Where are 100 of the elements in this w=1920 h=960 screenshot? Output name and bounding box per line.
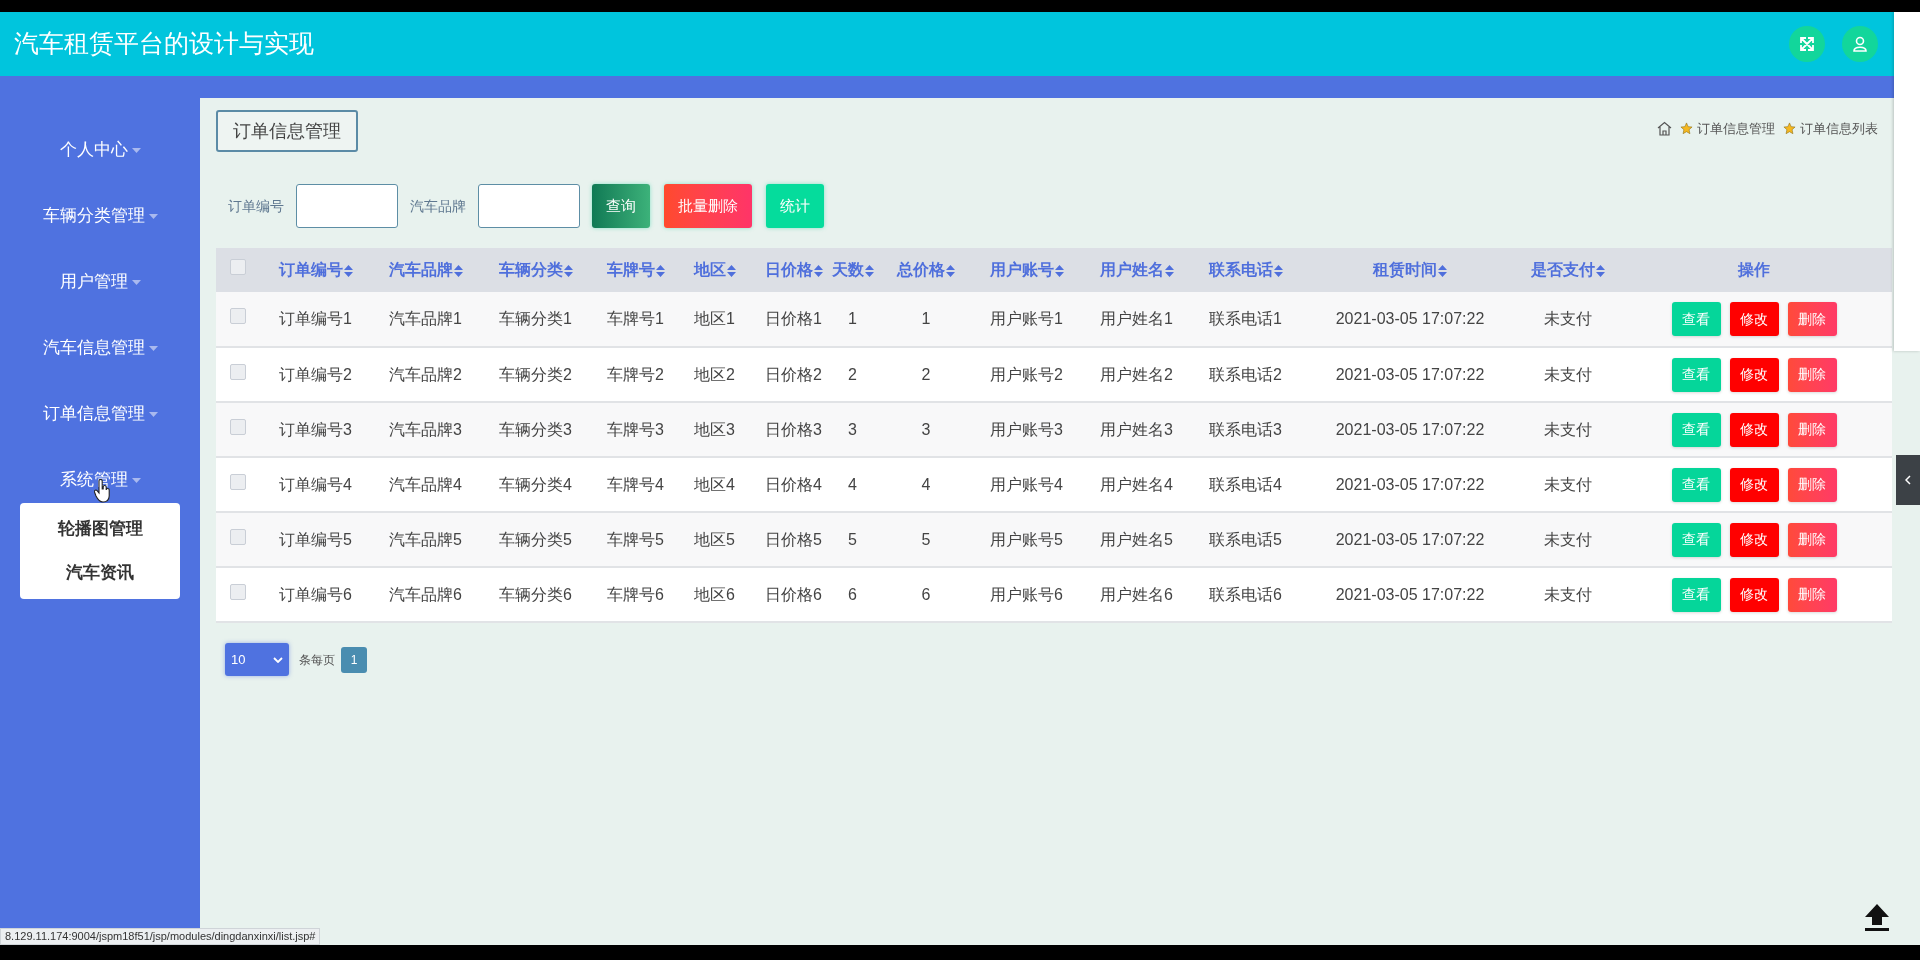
checkbox[interactable] <box>230 528 246 545</box>
column-header[interactable]: 订单编号 <box>260 248 370 292</box>
sidebar-item[interactable]: 汽车信息管理 <box>42 315 158 381</box>
sort-icon[interactable] <box>344 264 353 277</box>
table-row[interactable]: 订单编号4 汽车品牌4 车辆分类4 车牌号4 地区4 日价格4 4 4 用户账号4 用户姓名4 联系电话4 2021-03-05 17:07:22 未支付 查看 修改 删除 <box>216 457 1892 512</box>
table-cell: 6 <box>881 567 971 622</box>
table-cell: 联系电话3 <box>1190 402 1300 457</box>
breadcrumb-item[interactable]: 订单信息列表 <box>1800 119 1878 139</box>
column-header[interactable]: 用户姓名 <box>1081 248 1190 292</box>
checkbox[interactable] <box>230 259 246 275</box>
table-cell: 未支付 <box>1520 457 1616 512</box>
edit-button[interactable]: 修改 <box>1729 467 1779 502</box>
sort-icon[interactable] <box>1055 264 1064 277</box>
column-header[interactable]: 用户账号 <box>971 248 1081 292</box>
side-toggle[interactable] <box>1896 455 1920 505</box>
sort-icon[interactable] <box>864 264 874 277</box>
delete-button[interactable]: 删除 <box>1787 467 1837 502</box>
view-button[interactable]: 查看 <box>1671 412 1721 447</box>
checkbox[interactable] <box>230 308 246 324</box>
fullscreen-button[interactable] <box>1789 26 1825 62</box>
column-header[interactable]: 日价格 <box>746 248 824 292</box>
table-cell: 车辆分类4 <box>480 457 588 512</box>
search-field[interactable] <box>296 184 398 228</box>
column-header[interactable]: 是否支付 <box>1520 248 1616 292</box>
stats-button[interactable]: 统计 <box>766 184 824 228</box>
table-cell: 1 <box>881 292 971 347</box>
delete-button[interactable]: 删除 <box>1787 522 1837 557</box>
table-cell: 用户姓名4 <box>1081 457 1190 512</box>
delete-button[interactable]: 删除 <box>1787 412 1837 447</box>
breadcrumb-item[interactable]: 订单信息管理 <box>1697 119 1775 139</box>
table-cell: 汽车品牌4 <box>370 457 480 512</box>
table-cell: 用户姓名3 <box>1081 402 1190 457</box>
sidebar-item[interactable]: 车辆分类管理 <box>42 183 158 249</box>
column-header[interactable]: 租赁时间 <box>1300 248 1520 292</box>
sort-icon[interactable] <box>1596 264 1605 277</box>
search-button[interactable]: 查询 <box>592 184 650 228</box>
batch-delete-button[interactable]: 批量删除 <box>664 184 752 228</box>
sort-icon[interactable] <box>814 264 823 277</box>
view-button[interactable]: 查看 <box>1671 467 1721 502</box>
table-row[interactable]: 订单编号5 汽车品牌5 车辆分类5 车牌号5 地区5 日价格5 5 5 用户账号5 用户姓名5 联系电话5 2021-03-05 17:07:22 未支付 查看 修改 删除 <box>216 512 1892 567</box>
sort-icon[interactable] <box>1165 264 1174 277</box>
sort-icon[interactable] <box>1438 264 1447 277</box>
delete-button[interactable]: 删除 <box>1787 577 1837 612</box>
sidebar-item[interactable]: 个人中心 <box>59 117 141 183</box>
column-header[interactable]: 汽车品牌 <box>370 248 480 292</box>
table-row[interactable]: 订单编号1 汽车品牌1 车辆分类1 车牌号1 地区1 日价格1 1 1 用户账号1 用户姓名1 联系电话1 2021-03-05 17:07:22 未支付 查看 修改 删除 <box>216 292 1892 347</box>
sort-icon[interactable] <box>946 264 955 277</box>
submenu-item[interactable]: 轮播图管理 <box>57 507 143 551</box>
table-cell: 日价格1 <box>746 292 824 347</box>
sort-icon[interactable] <box>727 264 736 277</box>
edit-button[interactable]: 修改 <box>1729 357 1779 392</box>
caret-icon <box>131 147 141 153</box>
view-button[interactable]: 查看 <box>1671 522 1721 557</box>
sort-icon[interactable] <box>564 264 573 277</box>
table-cell: 联系电话5 <box>1190 512 1300 567</box>
table-cell: 车辆分类3 <box>480 402 588 457</box>
view-button[interactable]: 查看 <box>1671 302 1721 336</box>
search-field[interactable] <box>478 184 580 228</box>
view-button[interactable]: 查看 <box>1671 357 1721 392</box>
home-icon[interactable] <box>1657 121 1672 137</box>
table-cell: 地区4 <box>675 457 746 512</box>
column-header[interactable]: 车牌号 <box>588 248 675 292</box>
column-header[interactable]: 总价格 <box>881 248 971 292</box>
user-button[interactable] <box>1842 26 1878 62</box>
column-header[interactable]: 操作 <box>1616 248 1892 292</box>
sort-icon[interactable] <box>454 264 463 277</box>
column-header[interactable]: 车辆分类 <box>480 248 588 292</box>
page-button[interactable]: 1 <box>341 646 367 673</box>
edit-button[interactable]: 修改 <box>1729 522 1779 557</box>
column-header[interactable]: 天数 <box>824 248 881 292</box>
table-cell: 订单编号1 <box>260 292 370 347</box>
sidebar-item[interactable]: 用户管理 <box>59 249 141 315</box>
column-header[interactable]: 地区 <box>675 248 746 292</box>
table-row[interactable]: 订单编号2 汽车品牌2 车辆分类2 车牌号2 地区2 日价格2 2 2 用户账号2 用户姓名2 联系电话2 2021-03-05 17:07:22 未支付 查看 修改 删除 <box>216 347 1892 402</box>
checkbox[interactable] <box>230 473 246 490</box>
sort-icon[interactable] <box>656 264 665 277</box>
edit-button[interactable]: 修改 <box>1729 577 1779 612</box>
delete-button[interactable]: 删除 <box>1787 302 1837 336</box>
delete-button[interactable]: 删除 <box>1787 357 1837 392</box>
sort-icon[interactable] <box>1274 264 1283 277</box>
table-cell: 地区3 <box>675 402 746 457</box>
page-size-select[interactable]: 10 <box>225 643 289 676</box>
table-cell: 日价格5 <box>746 512 824 567</box>
table-row[interactable]: 订单编号6 汽车品牌6 车辆分类6 车牌号6 地区6 日价格6 6 6 用户账号6 用户姓名6 联系电话6 2021-03-05 17:07:22 未支付 查看 修改 删除 <box>216 567 1892 622</box>
back-to-top-icon[interactable] <box>1862 902 1892 932</box>
table-cell: 车牌号2 <box>588 347 675 402</box>
table-cell: 2021-03-05 17:07:22 <box>1300 457 1520 512</box>
table-row[interactable]: 订单编号3 汽车品牌3 车辆分类3 车牌号3 地区3 日价格3 3 3 用户账号3 用户姓名3 联系电话3 2021-03-05 17:07:22 未支付 查看 修改 删除 <box>216 402 1892 457</box>
view-button[interactable]: 查看 <box>1671 577 1721 612</box>
sidebar-item[interactable]: 订单信息管理 <box>42 381 158 447</box>
table-cell: 车辆分类2 <box>480 347 588 402</box>
checkbox[interactable] <box>230 363 246 380</box>
table-cell: 车牌号6 <box>588 567 675 622</box>
edit-button[interactable]: 修改 <box>1729 412 1779 447</box>
column-header[interactable]: 联系电话 <box>1190 248 1300 292</box>
edit-button[interactable]: 修改 <box>1729 302 1779 336</box>
checkbox[interactable] <box>230 418 246 435</box>
submenu-item[interactable]: 汽车资讯 <box>66 551 134 595</box>
field-label: 汽车品牌 <box>410 196 466 216</box>
checkbox[interactable] <box>230 583 246 600</box>
